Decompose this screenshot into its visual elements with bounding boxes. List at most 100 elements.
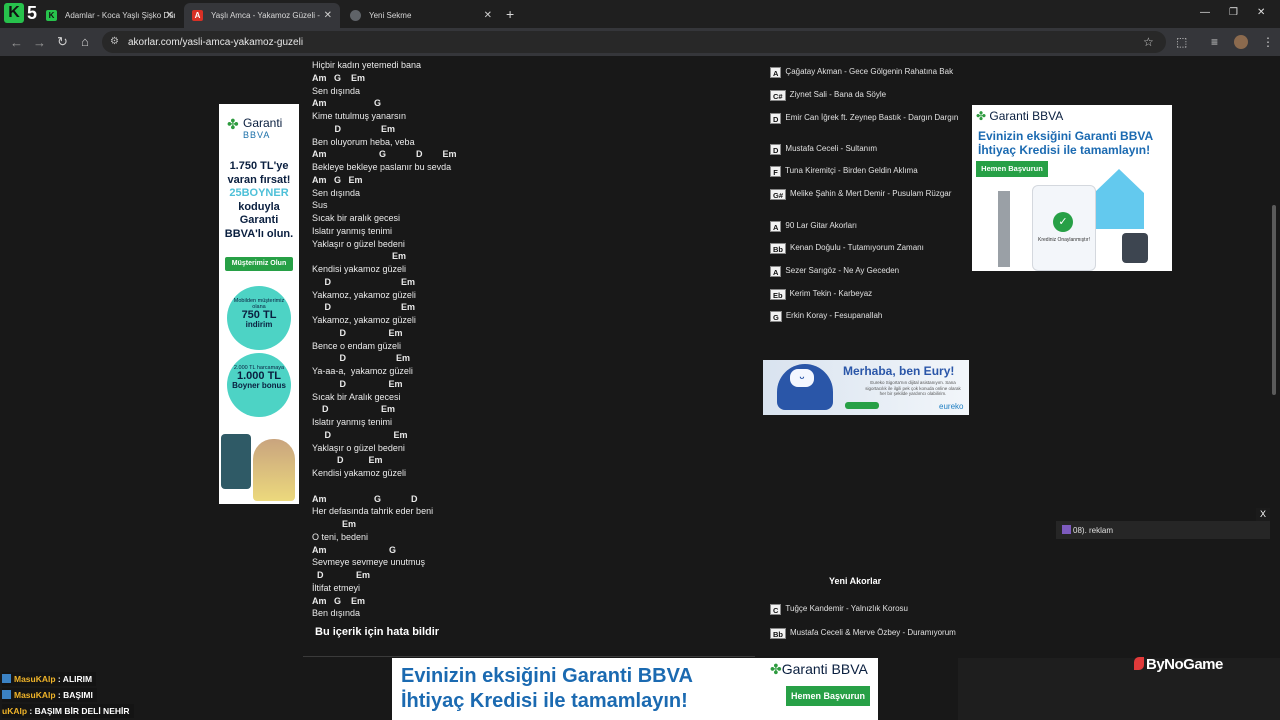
- song-link[interactable]: Bb Mustafa Ceceli & Merve Özbey - Duramıy…: [770, 628, 960, 639]
- ad-right-garanti[interactable]: ✤ Garanti BBVA Evinizin eksiğini Garanti…: [972, 105, 1172, 271]
- garanti-logo: ✤ Garanti BBVA: [227, 114, 297, 144]
- chord-line: D Em: [312, 327, 403, 338]
- stream-overlay-band: [958, 658, 1280, 720]
- lyric-line: Ya-aa-a, yakamoz güzeli: [312, 366, 413, 376]
- garanti-logo: ✤ Garanti BBVA: [976, 109, 1063, 123]
- promo-code: 25BOYNER: [229, 187, 289, 199]
- key-badge: C#: [770, 90, 786, 101]
- scrollbar-thumb[interactable]: [1272, 205, 1276, 395]
- approval-caption: Krediniz Onaylanmıştır!: [1038, 237, 1090, 243]
- close-icon[interactable]: ✕: [166, 10, 174, 21]
- lyric-line: Bence o endam güzeli: [312, 340, 402, 351]
- extensions-icon[interactable]: ⬚: [1176, 35, 1187, 49]
- ad-headline: Evinizin eksiğini Garanti BBVA İhtiyaç K…: [978, 129, 1153, 157]
- song-link[interactable]: A Çağatay Akman - Gece Gölgenin Rahatına …: [770, 67, 960, 78]
- song-title: Sezer Sarıgöz - Ne Ay Geceden: [785, 266, 900, 275]
- song-title: Emir Can İğrek ft. Zeynep Bastık - Dargı…: [785, 113, 959, 122]
- ad-cta-button[interactable]: Hemen Başvurun: [786, 686, 870, 706]
- bookmark-star-icon[interactable]: ☆: [1143, 35, 1154, 49]
- kick-favicon-icon: K: [46, 9, 57, 21]
- song-title: Melike Şahin & Mert Demir - Pusulam Rüzg…: [790, 189, 952, 198]
- ad-eureko[interactable]: ᵕ Merhaba, ben Eury! Eureko Sigorta'nın …: [763, 360, 969, 415]
- song-link[interactable]: A Sezer Sarıgöz - Ne Ay Geceden: [770, 266, 960, 277]
- key-badge: D: [770, 144, 782, 155]
- ad-bottom-garanti[interactable]: Evinizin eksiğini Garanti BBVA İhtiyaç K…: [392, 658, 878, 720]
- ad-cta-button[interactable]: Müşterimiz Olun: [225, 257, 293, 271]
- tab-adamlar[interactable]: K Adamlar - Koca Yaşlı Şişko Dünya ✕: [38, 4, 182, 26]
- reload-icon[interactable]: ↻: [57, 34, 68, 50]
- tab-active-akorlar[interactable]: A Yaşlı Amca - Yakamoz Güzeli - Akor ✕: [184, 3, 340, 28]
- new-chords-heading: Yeni Akorlar: [829, 576, 882, 586]
- promo-line: 1.750 TL'ye varan fırsat!: [227, 160, 291, 186]
- bonus-circle: 2.000 TL harcamaya 1.000 TL Boyner bonus: [227, 353, 291, 417]
- lyric-line: Sus: [312, 200, 328, 211]
- close-icon[interactable]: ✕: [324, 10, 332, 21]
- menu-icon[interactable]: ⋮: [1262, 35, 1274, 49]
- person-image: [253, 439, 295, 501]
- lyric-line: Yakamoz, yakamoz güzeli: [312, 315, 416, 325]
- restore-icon[interactable]: ❐: [1229, 7, 1238, 18]
- tab-new[interactable]: Yeni Sekme ✕: [342, 4, 500, 26]
- lyric-line: Kendisi yakamoz güzeli: [312, 264, 407, 274]
- song-link[interactable]: G# Melike Şahin & Mert Demir - Pusulam Rü…: [770, 189, 960, 200]
- chord-line: Em: [312, 251, 407, 262]
- ad-cta-button[interactable]: [845, 402, 879, 409]
- lyric-line: Sen dışında: [312, 187, 361, 198]
- site-info-icon[interactable]: ⚙: [110, 36, 119, 47]
- phone-image: [221, 434, 251, 489]
- headline-line: İhtiyaç Kredisi ile tamamlayın!: [401, 690, 688, 712]
- song-link[interactable]: F Tuna Kiremitçi - Birden Geldin Aklıma: [770, 166, 960, 177]
- song-link[interactable]: Eb Kerim Tekin - Karbeyaz: [770, 289, 960, 300]
- close-icon[interactable]: ✕: [484, 10, 492, 21]
- song-title: Tuğçe Kandemir - Yalnızlık Korosu: [785, 604, 908, 613]
- overlay-close-button[interactable]: X: [1256, 508, 1270, 521]
- divider: [303, 656, 755, 657]
- song-title: 90 Lar Gitar Akorları: [785, 221, 858, 230]
- lyric-line: Bekleye bekleye paslanır bu sevda: [312, 162, 452, 172]
- song-title: Tuna Kiremitçi - Birden Geldin Aklıma: [785, 166, 918, 175]
- ad-body: Eureko Sigorta'nın dijital asistanıyım. …: [865, 380, 961, 396]
- appliance-image: [1122, 233, 1148, 263]
- widget-label: 08). reklam: [1073, 526, 1114, 535]
- song-link[interactable]: Bb Kenan Doğulu - Tutamıyorum Zamanı: [770, 243, 960, 254]
- close-window-icon[interactable]: ✕: [1257, 7, 1265, 18]
- song-link[interactable]: D Mustafa Ceceli - Sultanım: [770, 144, 960, 155]
- lyric-line: O teni, bedeni: [312, 531, 369, 542]
- chord-line: D Em: [312, 123, 396, 134]
- back-icon[interactable]: ←: [10, 35, 23, 50]
- chat-username: uKAlp: [2, 706, 28, 716]
- song-link[interactable]: C Tuğçe Kandemir - Yalnızlık Korosu: [770, 604, 960, 615]
- lyric-line: Sevmeye sevmeye unutmuş: [312, 557, 426, 568]
- lyric-line: İltifat etmeyi: [312, 582, 361, 593]
- chat-message: MasuKAlp : BAŞIMI: [2, 688, 97, 702]
- tab-title: Yaşlı Amca - Yakamoz Güzeli - Akor: [211, 11, 321, 20]
- chat-text: : BAŞIM BİR DELİ NEHİR: [27, 706, 130, 716]
- chat-username: MasuKAlp: [14, 690, 56, 700]
- garanti-logo: ✤Garanti BBVA: [770, 661, 868, 678]
- url-text[interactable]: akorlar.com/yasli-amca-yakamoz-guzeli: [128, 37, 303, 48]
- widget-icon: [1062, 525, 1071, 534]
- media-icon[interactable]: ≡: [1211, 35, 1218, 49]
- forward-icon[interactable]: →: [33, 35, 46, 50]
- discount-circle: Mobilden müşterimiz olana 750 TL indirim: [227, 286, 291, 350]
- chat-text: : BAŞIMI: [55, 690, 93, 700]
- song-link[interactable]: G Erkin Koray - Fesupanallah: [770, 311, 960, 322]
- lyric-line: Yakamoz, yakamoz güzeli: [312, 289, 416, 300]
- logo-text: Garanti BBVA: [989, 109, 1064, 123]
- minimize-icon[interactable]: —: [1200, 7, 1210, 18]
- chord-line: Am G D Em: [312, 149, 457, 160]
- song-link[interactable]: C# Ziynet Sali - Bana da Söyle: [770, 90, 960, 101]
- song-link[interactable]: D Emir Can İğrek ft. Zeynep Bastık - Darg…: [770, 113, 960, 124]
- key-badge: G: [770, 311, 782, 322]
- ad-cta-button[interactable]: Hemen Başvurun: [976, 161, 1048, 177]
- new-tab-plus-icon[interactable]: +: [506, 6, 514, 22]
- tab-title: Adamlar - Koca Yaşlı Şişko Dünya: [65, 10, 175, 20]
- home-icon[interactable]: ⌂: [81, 34, 89, 49]
- key-badge: Bb: [770, 628, 786, 639]
- profile-avatar[interactable]: [1234, 35, 1248, 49]
- key-badge: C: [770, 604, 782, 615]
- report-error-link[interactable]: Bu içerik için hata bildir: [315, 626, 439, 638]
- lyric-line: Hiçbir kadın yetemedi bana: [312, 60, 422, 70]
- ad-left-garanti[interactable]: ✤ Garanti BBVA 1.750 TL'ye varan fırsat!…: [219, 104, 299, 504]
- song-link[interactable]: A 90 Lar Gitar Akorları: [770, 221, 960, 232]
